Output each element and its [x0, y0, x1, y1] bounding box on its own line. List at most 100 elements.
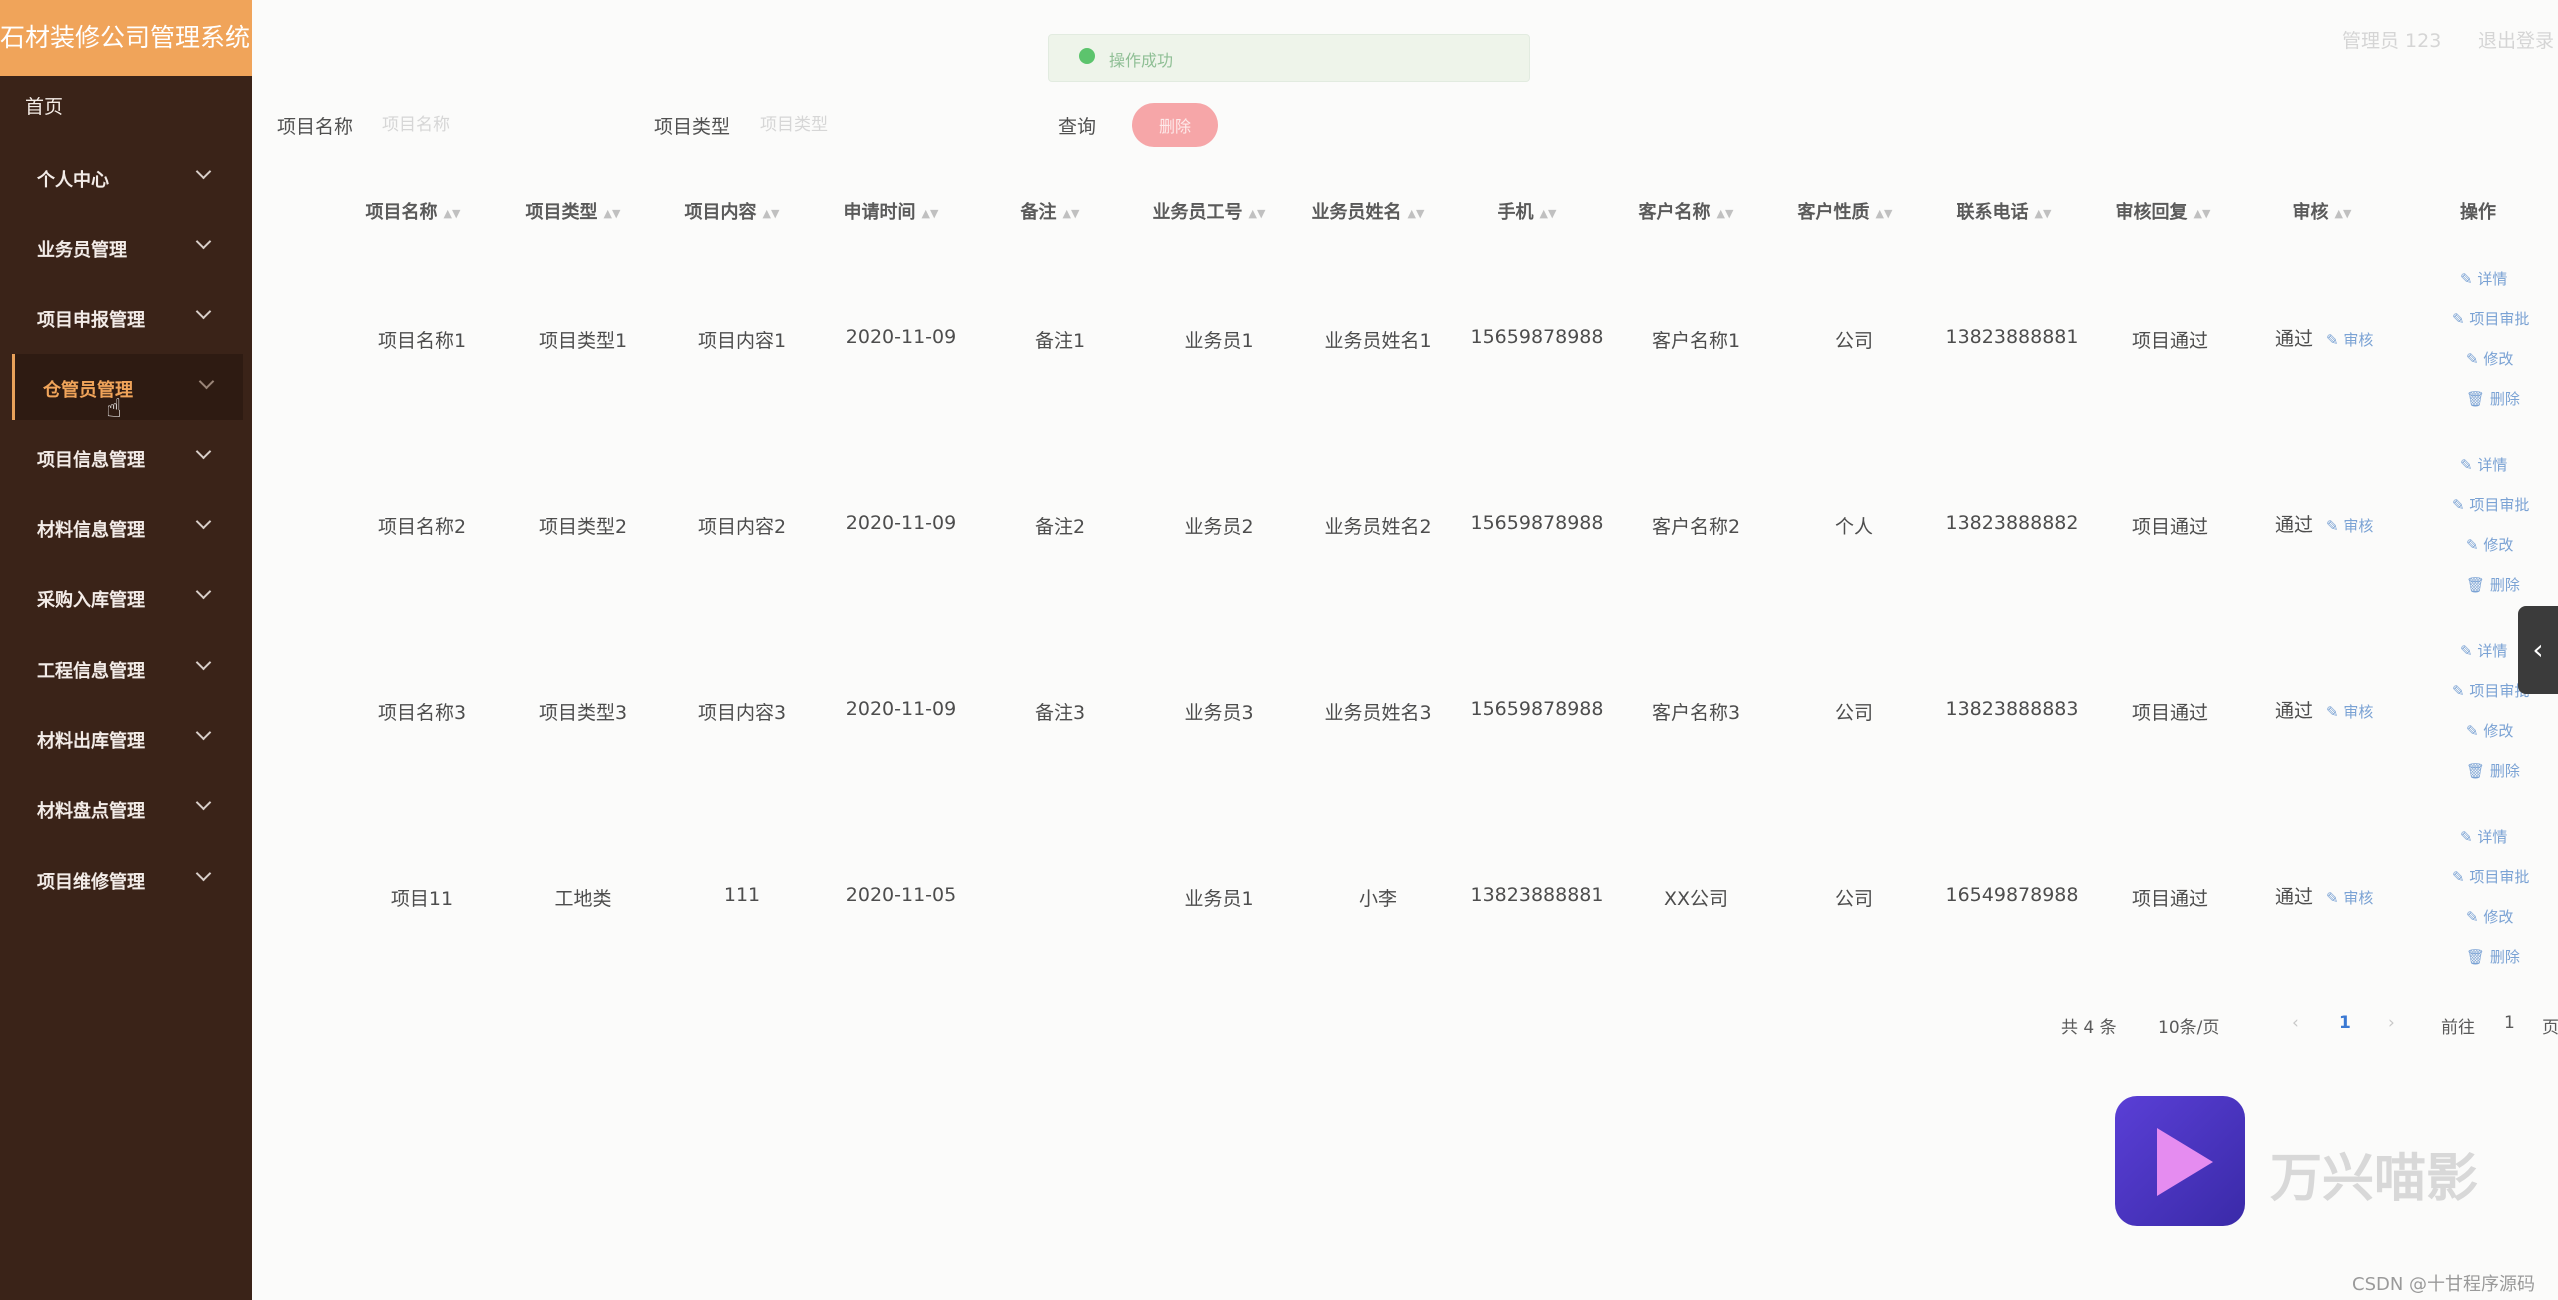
table-cell: 项目通过	[2131, 702, 2209, 724]
column-header[interactable]: 客户性质 ▲▼	[1798, 198, 1893, 224]
column-header[interactable]: 业务员姓名 ▲▼	[1312, 198, 1425, 224]
page-size-select[interactable]: 10条/页	[2158, 1013, 2219, 1038]
next-page-button[interactable]: ›	[2388, 1013, 2395, 1033]
table-cell: 项目名称2	[377, 516, 467, 538]
page-number-current[interactable]: 1	[2339, 1013, 2351, 1033]
column-header-label: 客户性质	[1797, 202, 1870, 223]
sort-icon[interactable]: ▲▼	[1876, 207, 1893, 220]
delete-button[interactable]: 删除	[1132, 103, 1218, 147]
column-header[interactable]: 手机 ▲▼	[1498, 198, 1557, 224]
sidebar-item-material-outbound[interactable]: 材料出库管理	[0, 705, 252, 771]
delete-link[interactable]: 🗑 删除	[2466, 388, 2520, 409]
table-cell: 业务员姓名1	[1324, 330, 1432, 352]
sidebar-item-label: 采购入库管理	[37, 590, 145, 611]
approve-link[interactable]: ✎ 项目审批	[2452, 866, 2529, 887]
column-header[interactable]: 项目内容 ▲▼	[685, 198, 780, 224]
edit-link[interactable]: ✎ 修改	[2466, 906, 2513, 927]
edit-link[interactable]: ✎ 修改	[2466, 348, 2513, 369]
check-icon	[1079, 48, 1095, 64]
delete-link[interactable]: 🗑 删除	[2466, 574, 2520, 595]
review-link-label: 审核	[2343, 331, 2374, 349]
review-link[interactable]: ✎ 审核	[2326, 701, 2373, 722]
edit-link[interactable]: ✎ 修改	[2466, 720, 2513, 741]
op-label: 修改	[2483, 350, 2514, 368]
review-link[interactable]: ✎ 审核	[2326, 887, 2373, 908]
sort-icon[interactable]: ▲▼	[1408, 207, 1425, 220]
sidebar-home-link[interactable]: 首页	[25, 92, 63, 119]
sort-icon[interactable]: ▲▼	[2194, 207, 2211, 220]
collapse-panel-button[interactable]: ‹	[2518, 606, 2558, 694]
query-button[interactable]: 查询	[1058, 112, 1096, 139]
chevron-down-icon	[195, 163, 212, 180]
table-cell: 15659878988	[1470, 698, 1604, 720]
column-header[interactable]: 项目名称 ▲▼	[366, 198, 461, 224]
op-label: 详情	[2477, 642, 2508, 660]
column-header-label: 申请时间	[843, 202, 916, 223]
project-type-input[interactable]	[758, 104, 992, 146]
sidebar-item-personal-center[interactable]: 个人中心	[0, 144, 252, 210]
op-label: 删除	[2489, 576, 2520, 594]
table-cell: 项目类型2	[538, 516, 628, 538]
trash-icon: 🗑	[2466, 390, 2490, 408]
sidebar-item-purchase-inbound[interactable]: 采购入库管理	[0, 564, 252, 630]
chevron-down-icon	[195, 443, 212, 460]
delete-link[interactable]: 🗑 删除	[2466, 760, 2520, 781]
sort-icon[interactable]: ▲▼	[1717, 207, 1734, 220]
sort-icon[interactable]: ▲▼	[1063, 207, 1080, 220]
column-header[interactable]: 审核回复 ▲▼	[2116, 198, 2211, 224]
table-cell: 项目内容2	[697, 516, 787, 538]
edit-link[interactable]: ✎ 修改	[2466, 534, 2513, 555]
edit-icon: ✎	[2452, 868, 2470, 886]
table-cell: 2020-11-05	[845, 884, 957, 906]
table-cell: 工地类	[554, 888, 612, 910]
table-cell: 项目名称1	[377, 330, 467, 352]
sort-icon[interactable]: ▲▼	[922, 207, 939, 220]
table-cell: 业务员1	[1184, 330, 1254, 352]
sidebar-item-material-info[interactable]: 材料信息管理	[0, 494, 252, 560]
goto-page-input[interactable]: 1	[2504, 1013, 2515, 1033]
table-cell: 项目内容3	[697, 702, 787, 724]
edit-icon: ✎	[2452, 496, 2470, 514]
detail-link[interactable]: ✎ 详情	[2460, 268, 2507, 289]
sidebar-item-project-application[interactable]: 项目申报管理	[0, 284, 252, 350]
sidebar-item-warehouse-keeper[interactable]: 仓管员管理	[12, 354, 243, 420]
table-cell: 业务员2	[1184, 516, 1254, 538]
approve-link[interactable]: ✎ 项目审批	[2452, 494, 2529, 515]
column-header[interactable]: 备注 ▲▼	[1021, 198, 1080, 224]
sidebar-item-project-maintenance[interactable]: 项目维修管理	[0, 846, 252, 912]
op-label: 删除	[2489, 390, 2520, 408]
delete-link[interactable]: 🗑 删除	[2466, 946, 2520, 967]
sort-icon[interactable]: ▲▼	[1249, 207, 1266, 220]
sort-icon[interactable]: ▲▼	[604, 207, 621, 220]
review-link[interactable]: ✎ 审核	[2326, 329, 2373, 350]
column-header[interactable]: 审核 ▲▼	[2293, 198, 2352, 224]
column-header[interactable]: 客户名称 ▲▼	[1639, 198, 1734, 224]
sidebar-item-project-info[interactable]: 项目信息管理	[0, 424, 252, 490]
trash-icon: 🗑	[2466, 948, 2490, 966]
sidebar-item-label: 材料盘点管理	[37, 801, 145, 822]
project-name-input[interactable]	[380, 104, 614, 146]
review-link[interactable]: ✎ 审核	[2326, 515, 2373, 536]
detail-link[interactable]: ✎ 详情	[2460, 454, 2507, 475]
table-cell: 业务员3	[1184, 702, 1254, 724]
column-header[interactable]: 联系电话 ▲▼	[1957, 198, 2052, 224]
logout-link[interactable]: 退出登录	[2478, 26, 2554, 53]
sort-icon[interactable]: ▲▼	[2035, 207, 2052, 220]
prev-page-button[interactable]: ‹	[2292, 1013, 2299, 1033]
approve-link[interactable]: ✎ 项目审批	[2452, 308, 2529, 329]
detail-link[interactable]: ✎ 详情	[2460, 826, 2507, 847]
column-header[interactable]: 申请时间 ▲▼	[844, 198, 939, 224]
edit-icon: ✎	[2466, 536, 2484, 554]
sidebar-item-material-inventory[interactable]: 材料盘点管理	[0, 775, 252, 841]
detail-link[interactable]: ✎ 详情	[2460, 640, 2507, 661]
table-cell: 备注3	[1034, 702, 1086, 724]
sort-icon[interactable]: ▲▼	[763, 207, 780, 220]
sidebar-item-engineering-info[interactable]: 工程信息管理	[0, 635, 252, 701]
column-header[interactable]: 项目类型 ▲▼	[526, 198, 621, 224]
sidebar-item-label: 个人中心	[37, 170, 109, 191]
sort-icon[interactable]: ▲▼	[1540, 207, 1557, 220]
column-header[interactable]: 业务员工号 ▲▼	[1153, 198, 1266, 224]
sort-icon[interactable]: ▲▼	[444, 207, 461, 220]
sort-icon[interactable]: ▲▼	[2335, 207, 2352, 220]
sidebar-item-salesman[interactable]: 业务员管理	[0, 214, 252, 280]
